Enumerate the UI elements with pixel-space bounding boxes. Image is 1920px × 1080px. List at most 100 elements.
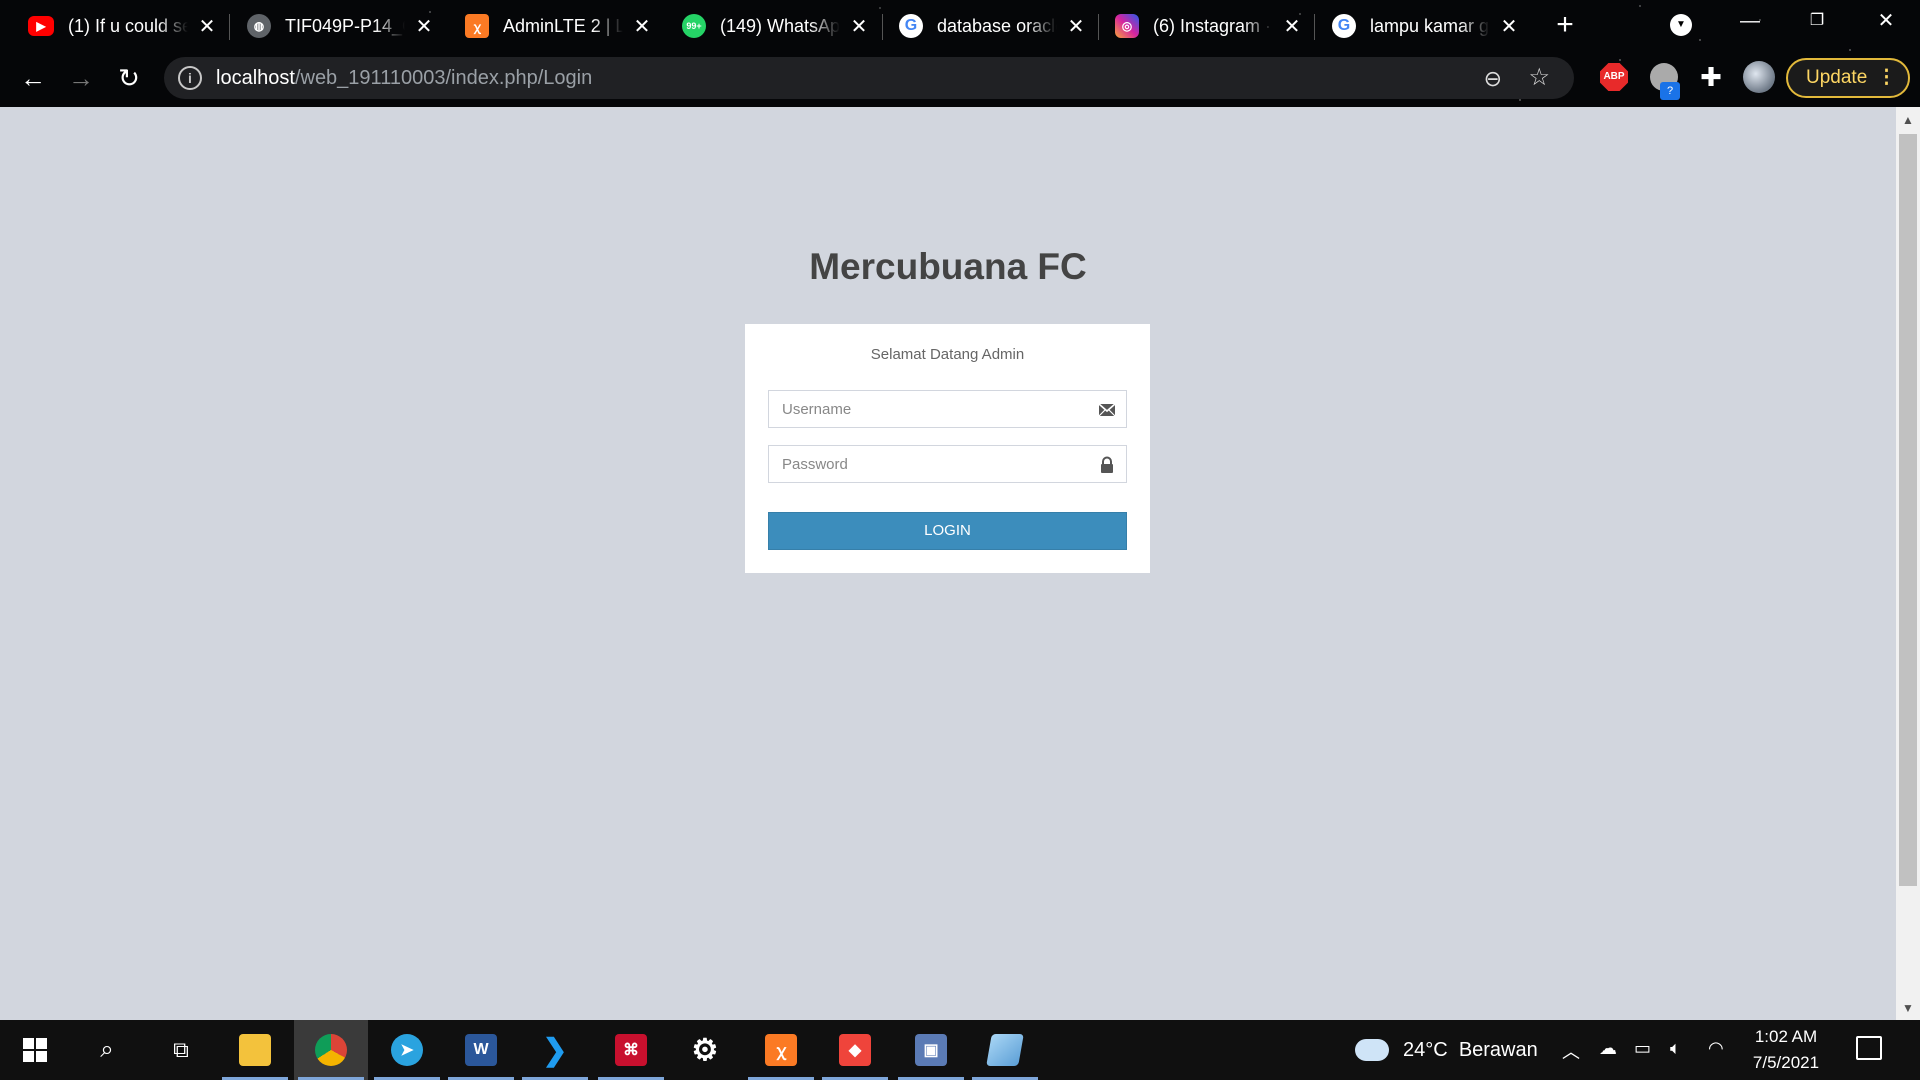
weather-widget[interactable]: 24°C Berawan [1355,1030,1538,1070]
task-view-icon[interactable]: ⧉ [144,1020,218,1080]
username-field[interactable] [768,390,1127,428]
update-label: Update [1806,67,1868,88]
new-tab-icon[interactable]: + [1553,8,1577,42]
scrollbar-thumb[interactable] [1899,134,1917,886]
tab-database-oracle[interactable]: G database oracle ✕ [899,8,1087,44]
system-clock[interactable]: 1:02 AM 7/5/2021 [1746,1024,1826,1076]
tab-instagram[interactable]: ◎ (6) Instagram · ✕ [1115,8,1303,44]
login-box: Selamat Datang Admin LOGIN [745,324,1150,573]
update-button[interactable]: Update ⋮ [1786,58,1910,98]
tab-title: AdminLTE 2 | Lo [503,15,623,36]
restore-icon[interactable]: ❐ [1797,6,1837,36]
close-tab-icon[interactable]: ✕ [1281,14,1303,39]
xampp-icon: ꭓ [465,14,489,38]
username-input[interactable] [769,391,1126,427]
forward-icon[interactable]: → [64,61,98,95]
file-explorer-icon [239,1034,271,1066]
cloud-icon [1355,1039,1389,1061]
youtube-icon: ▶ [28,16,54,36]
google-icon: G [1332,14,1356,38]
scroll-down-icon[interactable]: ▼ [1896,998,1920,1018]
tab-title: (149) WhatsApp [720,15,840,36]
tab-title: database oracle [937,15,1057,36]
whatsapp-icon: 99+ [682,14,706,38]
taskbar-xampp[interactable]: ꭓ [744,1020,818,1080]
taskbar-app[interactable]: ⌘ [594,1020,668,1080]
address-path: /web_191110003/index.php/Login [294,66,593,89]
battery-icon[interactable]: ▭ [1634,1038,1651,1059]
reload-icon[interactable]: ↻ [112,61,146,95]
vscode-icon: ❯ [542,1033,568,1067]
tab-separator [1098,14,1099,40]
wifi-icon[interactable]: ◠ [1708,1038,1724,1059]
address-bar[interactable]: i localhost/web_191110003/index.php/Logi… [164,57,1574,99]
tab-title: (6) Instagram · [1153,15,1272,36]
taskbar-word[interactable]: W [444,1020,518,1080]
taskbar-notepad[interactable] [968,1020,1042,1080]
tab-separator [229,14,230,40]
adblock-plus-icon[interactable]: ABP [1600,63,1628,91]
taskbar-network-app[interactable]: ▣ [894,1020,968,1080]
tab-search-icon[interactable]: ▼ [1670,14,1692,36]
tab-title: lampu kamar g [1370,15,1490,36]
extensions-puzzle-icon[interactable]: ✚ [1697,63,1725,91]
close-window-icon[interactable]: ✕ [1866,6,1906,36]
tab-title: (1) If u could se [68,15,188,36]
tab-separator [882,14,883,40]
taskbar-anydesk[interactable]: ◆ [818,1020,892,1080]
tab-adminlte[interactable]: ꭓ AdminLTE 2 | Lo ✕ [465,8,653,44]
close-tab-icon[interactable]: ✕ [848,14,870,39]
notification-center-icon[interactable] [1856,1036,1882,1060]
bookmark-star-icon[interactable]: ☆ [1528,63,1550,92]
minimize-icon[interactable]: — [1730,6,1770,36]
site-info-icon[interactable]: i [178,66,202,90]
zoom-icon[interactable]: ⊖ [1484,66,1502,92]
scroll-up-icon[interactable]: ▲ [1896,110,1920,130]
tab-lampu-kamar[interactable]: G lampu kamar g ✕ [1332,8,1520,44]
weather-condition: Berawan [1458,1038,1538,1061]
menu-kebab-icon[interactable]: ⋮ [1877,60,1896,96]
close-tab-icon[interactable]: ✕ [1498,14,1520,39]
close-tab-icon[interactable]: ✕ [196,14,218,39]
login-button[interactable]: LOGIN [768,512,1127,550]
windows-start-button[interactable] [0,1020,70,1080]
onedrive-icon[interactable]: ☁ [1599,1038,1617,1059]
close-tab-icon[interactable]: ✕ [631,14,653,39]
close-tab-icon[interactable]: ✕ [413,14,435,39]
tab-tif049p[interactable]: ◍ TIF049P-P14_Cl ✕ [247,8,435,44]
anydesk-icon: ◆ [839,1034,871,1066]
profile-avatar[interactable] [1743,61,1775,93]
tab-separator [1314,14,1315,40]
volume-icon[interactable]: 🔈︎ [1670,1038,1681,1059]
back-icon[interactable]: ← [16,61,50,95]
network-icon: ▣ [915,1034,947,1066]
clock-date: 7/5/2021 [1752,1053,1820,1072]
windows-logo-icon [23,1038,47,1062]
windows-taskbar: ⌕ ⧉ ➤ W ❯ ⌘ ⚙ ꭓ ◆ ▣ [0,1020,1920,1080]
taskbar-chrome[interactable] [294,1020,368,1080]
login-logo: Mercubuana FC [809,246,1087,287]
tab-whatsapp[interactable]: 99+ (149) WhatsApp ✕ [682,8,870,44]
taskbar-file-explorer[interactable] [218,1020,292,1080]
chrome-icon [315,1034,347,1066]
globe-icon: ◍ [247,14,271,38]
taskbar-vscode[interactable]: ❯ [518,1020,592,1080]
taskbar-telegram[interactable]: ➤ [370,1020,444,1080]
envelope-icon [1098,403,1116,417]
close-tab-icon[interactable]: ✕ [1065,14,1087,39]
notepad-icon [986,1034,1024,1066]
password-input[interactable] [769,446,1126,482]
word-icon: W [465,1034,497,1066]
app-icon: ⌘ [615,1034,647,1066]
clock-time: 1:02 AM [1754,1027,1818,1046]
tab-youtube[interactable]: ▶ (1) If u could se ✕ [28,8,218,44]
address-url[interactable]: localhost/web_191110003/index.php/Login [216,67,592,90]
tray-chevron-icon[interactable]: ︿ [1562,1038,1580,1064]
xampp-icon: ꭓ [765,1034,797,1066]
tab-title: TIF049P-P14_Cl [285,15,405,36]
password-field[interactable] [768,445,1127,483]
browser-chrome: ▶ (1) If u could se ✕ ◍ TIF049P-P14_Cl ✕… [0,0,1920,107]
google-icon: G [899,14,923,38]
taskbar-settings[interactable]: ⚙ [668,1020,742,1080]
search-icon[interactable]: ⌕ [70,1020,144,1080]
